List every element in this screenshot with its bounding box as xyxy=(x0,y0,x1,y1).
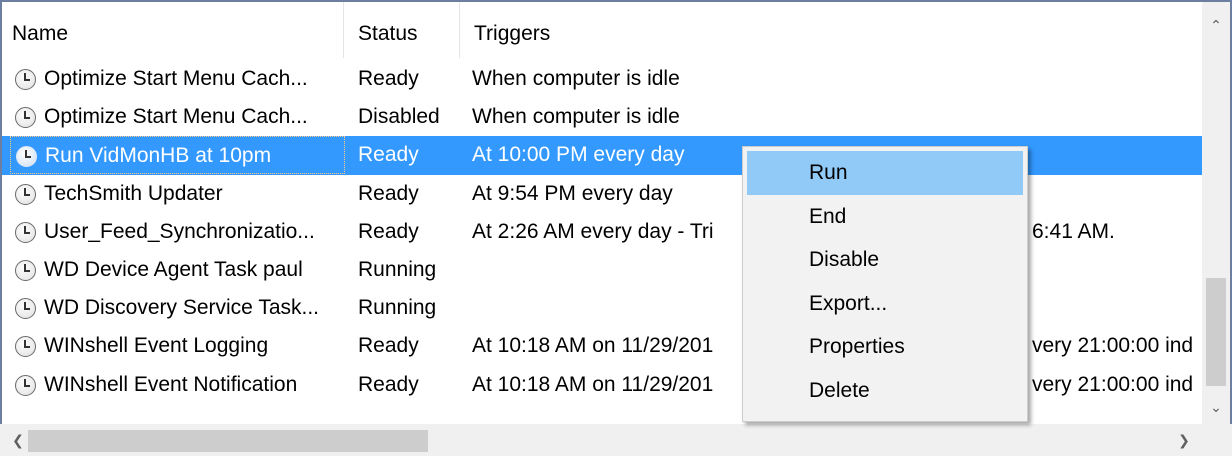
horizontal-scroll-thumb[interactable] xyxy=(28,430,428,452)
task-clock-icon xyxy=(15,374,36,396)
task-clock-icon xyxy=(16,146,37,168)
task-name-cell: WINshell Event Logging xyxy=(10,327,345,365)
task-name: User_Feed_Synchronizatio... xyxy=(44,219,315,243)
chevron-up-icon[interactable]: ⌃ xyxy=(1202,10,1230,40)
vertical-scrollbar[interactable]: ⌃ ⌄ xyxy=(1202,2,1230,428)
task-triggers-text: At 2:26 AM every day - Tri xyxy=(472,219,714,243)
menu-item-disable[interactable]: Disable xyxy=(743,238,1027,282)
task-status: Ready xyxy=(358,219,419,243)
task-triggers-tail: very 21:00:00 ind xyxy=(1032,334,1194,358)
task-triggers: When computer is idle xyxy=(472,105,680,129)
vertical-scroll-thumb[interactable] xyxy=(1206,278,1226,386)
task-name-cell: Optimize Start Menu Cach... xyxy=(10,98,345,136)
task-clock-icon xyxy=(15,298,36,320)
task-status: Ready xyxy=(358,372,419,396)
task-name: WINshell Event Notification xyxy=(44,372,298,396)
task-name: WD Discovery Service Task... xyxy=(44,296,319,320)
task-clock-icon xyxy=(15,107,36,129)
task-clock-icon xyxy=(15,183,36,205)
task-name-cell: WD Discovery Service Task... xyxy=(10,289,345,327)
table-row[interactable]: Optimize Start Menu Cach... Disabled Whe… xyxy=(2,98,1202,136)
task-triggers: When computer is idle xyxy=(472,67,680,90)
chevron-down-icon[interactable]: ⌄ xyxy=(1202,392,1230,422)
task-name: Optimize Start Menu Cach... xyxy=(44,67,308,90)
chevron-right-icon[interactable]: ❯ xyxy=(1170,424,1198,456)
task-name-cell: WINshell Event Notification xyxy=(10,366,345,404)
task-status: Running xyxy=(358,296,437,320)
column-header-name[interactable]: Name xyxy=(2,2,344,58)
task-triggers-text: At 10:18 AM on 11/29/201 xyxy=(472,372,714,396)
context-menu: Run End Disable Export... Properties Del… xyxy=(742,146,1028,422)
column-header-triggers[interactable]: Triggers xyxy=(460,2,1202,58)
task-name-cell: Optimize Start Menu Cach... xyxy=(10,60,345,98)
menu-item-export[interactable]: Export... xyxy=(743,282,1027,326)
task-triggers-tail: 6:41 AM. xyxy=(1032,219,1115,243)
menu-item-delete[interactable]: Delete xyxy=(743,369,1027,413)
task-triggers-tail: very 21:00:00 ind xyxy=(1032,372,1194,396)
task-name: WINshell Event Logging xyxy=(44,334,269,358)
task-name: TechSmith Updater xyxy=(44,181,223,205)
task-status: Ready xyxy=(358,67,419,90)
task-name-cell: Run VidMonHB at 10pm xyxy=(10,136,345,175)
task-name: WD Device Agent Task paul xyxy=(44,257,303,281)
menu-item-properties[interactable]: Properties xyxy=(743,325,1027,369)
task-name-cell: User_Feed_Synchronizatio... xyxy=(10,213,345,251)
task-status: Ready xyxy=(358,334,419,358)
task-status: Running xyxy=(358,257,437,281)
task-status: Disabled xyxy=(358,105,440,129)
task-clock-icon xyxy=(15,69,36,90)
menu-item-run[interactable]: Run xyxy=(747,151,1023,195)
menu-item-end[interactable]: End xyxy=(743,195,1027,239)
horizontal-scrollbar[interactable]: ❮ ❯ xyxy=(0,424,1232,456)
task-clock-icon xyxy=(15,336,36,358)
task-name-cell: WD Device Agent Task paul xyxy=(10,251,345,289)
task-name: Optimize Start Menu Cach... xyxy=(44,105,308,129)
column-header-status[interactable]: Status xyxy=(344,2,460,58)
task-status: Ready xyxy=(358,143,419,167)
task-list-view: Name Status Triggers Optimize Start Menu… xyxy=(0,0,1232,456)
task-name: Run VidMonHB at 10pm xyxy=(45,144,272,168)
column-header-bar: Name Status Triggers xyxy=(2,2,1202,58)
task-status: Ready xyxy=(358,181,419,205)
task-name-cell: TechSmith Updater xyxy=(10,175,345,213)
table-row[interactable]: Optimize Start Menu Cach... Ready When c… xyxy=(2,60,1202,98)
task-clock-icon xyxy=(15,259,36,281)
task-triggers-text: At 10:18 AM on 11/29/201 xyxy=(472,334,714,358)
task-clock-icon xyxy=(15,221,36,243)
